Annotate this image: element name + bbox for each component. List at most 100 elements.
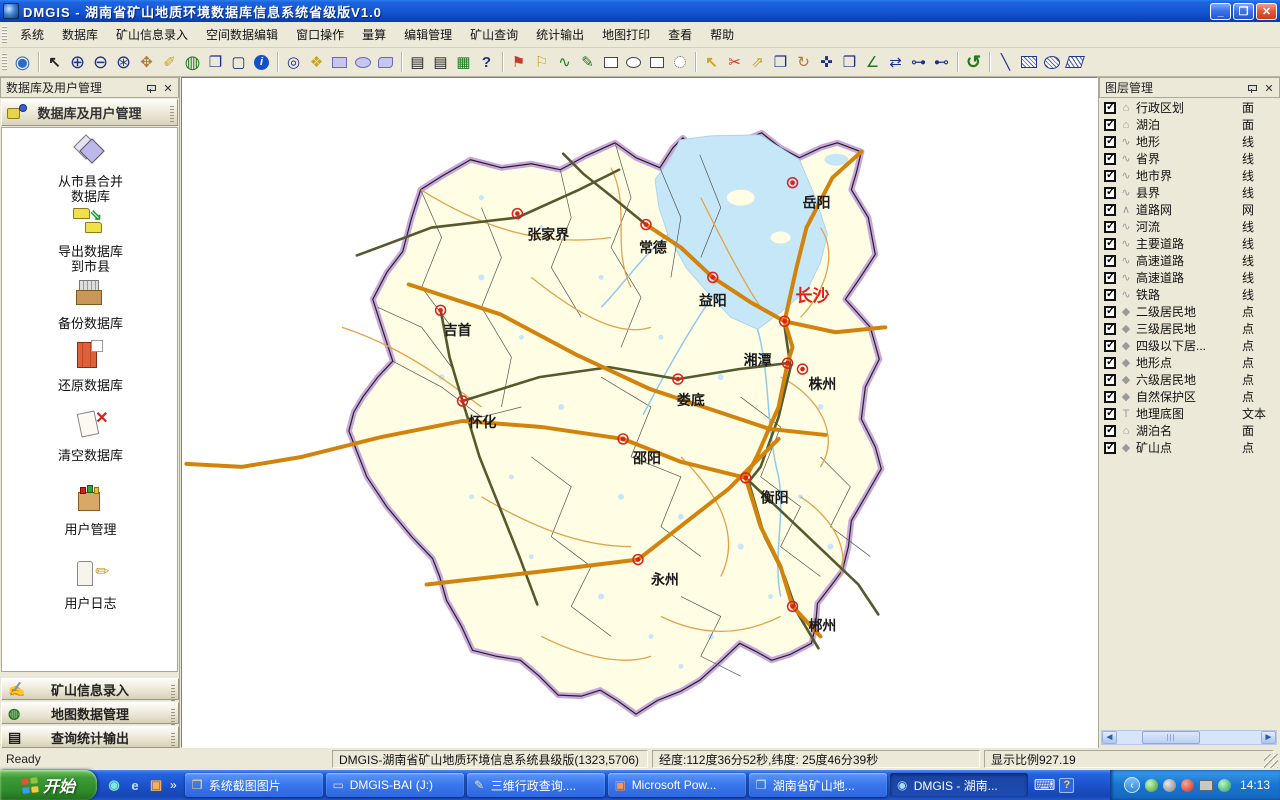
zoom-out-icon[interactable]: ⊖ (89, 51, 112, 73)
menu-stats-output[interactable]: 统计输出 (527, 23, 593, 46)
layer-row[interactable]: ∿地市界线 (1100, 167, 1280, 184)
draw-circle-icon[interactable] (668, 51, 691, 73)
restore-button[interactable]: ❐ (1233, 3, 1254, 20)
tray-server-icon[interactable] (1218, 779, 1231, 792)
database-group-header[interactable]: 数据库及用户管理 (1, 99, 178, 126)
layer-row[interactable]: ∧道路网网 (1100, 201, 1280, 218)
draw-sketch-icon[interactable]: ✎ (576, 51, 599, 73)
quicklaunch-mail-icon[interactable]: ▣ (147, 776, 165, 794)
task-screenshot-folder[interactable]: ❒系统截图图片 (185, 773, 323, 797)
close-panel-icon[interactable]: ✕ (161, 81, 175, 95)
layer-horizontal-scrollbar[interactable]: ◄ ► (1101, 730, 1277, 745)
cut-icon[interactable]: ✂ (723, 51, 746, 73)
layer-checkbox[interactable] (1104, 170, 1116, 182)
draw-rect2-icon[interactable] (645, 51, 668, 73)
layer-checkbox[interactable] (1104, 102, 1116, 114)
scroll-right-arrow-icon[interactable]: ► (1261, 731, 1276, 744)
menu-database[interactable]: 数据库 (53, 23, 107, 46)
undo-icon[interactable]: ↺ (962, 51, 985, 73)
title-bar[interactable]: DMGIS - 湖南省矿山地质环境数据库信息系统省级版V1.0 _ ❐ ✕ (0, 0, 1280, 22)
tray-volume-icon[interactable] (1163, 779, 1176, 792)
layer-checkbox[interactable] (1104, 374, 1116, 386)
backup-db-item[interactable]: 备份数据库 (2, 278, 178, 331)
new-window-icon[interactable]: ▢ (227, 51, 250, 73)
print-icon[interactable]: ▤ (406, 51, 429, 73)
menu-measure[interactable]: 量算 (353, 23, 395, 46)
task-hunan-doc[interactable]: ❒湖南省矿山地... (749, 773, 887, 797)
app-globe-icon[interactable]: ◉ (11, 51, 34, 73)
quicklaunch-media-icon[interactable]: ◉ (105, 776, 123, 794)
task-powerpoint[interactable]: ▣Microsoft Pow... (608, 773, 746, 797)
layer-row[interactable]: ⌂行政区划面 (1100, 99, 1280, 116)
layer-row[interactable]: ◆自然保护区点 (1100, 388, 1280, 405)
layer-row[interactable]: ◆四级以下居...点 (1100, 337, 1280, 354)
edit-attr-icon[interactable]: ❒ (838, 51, 861, 73)
toolbar-grip[interactable] (2, 53, 7, 71)
node-add-icon[interactable]: ⊶ (907, 51, 930, 73)
layer-checkbox[interactable] (1104, 425, 1116, 437)
layer-row[interactable]: ◆矿山点点 (1100, 439, 1280, 456)
zoom-in-icon[interactable]: ⊕ (66, 51, 89, 73)
move-icon[interactable]: ✜ (815, 51, 838, 73)
layer-row[interactable]: ∿地形线 (1100, 133, 1280, 150)
export-image-icon[interactable]: ▦ (452, 51, 475, 73)
cascade-windows-icon[interactable]: ❐ (204, 51, 227, 73)
move-label-icon[interactable]: ⇗ (746, 51, 769, 73)
mine-entry-bar[interactable]: ✍ 矿山信息录入 (1, 678, 179, 700)
user-mgmt-item[interactable]: 用户管理 (2, 484, 178, 537)
quicklaunch-ie-icon[interactable]: e (126, 776, 144, 794)
close-button[interactable]: ✕ (1256, 3, 1277, 20)
select-ellipse-icon[interactable] (351, 51, 374, 73)
query-stats-bar[interactable]: ▤ 查询统计输出 (1, 726, 179, 748)
thin-line-icon[interactable]: ╲ (994, 51, 1017, 73)
edit-select-icon[interactable]: ↖ (700, 51, 723, 73)
flag-a-icon[interactable]: ⚑ (507, 51, 530, 73)
select-arrow-icon[interactable]: ↖ (43, 51, 66, 73)
measure-icon[interactable]: ∠ (861, 51, 884, 73)
layer-row[interactable]: ∿县界线 (1100, 184, 1280, 201)
menu-mine-entry[interactable]: 矿山信息录入 (107, 23, 197, 46)
user-log-item[interactable]: ✏ 用户日志 (2, 558, 178, 611)
menu-window-ops[interactable]: 窗口操作 (287, 23, 353, 46)
layer-row[interactable]: ◆六级居民地点 (1100, 371, 1280, 388)
layer-checkbox[interactable] (1104, 442, 1116, 454)
menu-spatial-edit[interactable]: 空间数据编辑 (197, 23, 287, 46)
tray-collapse-chevron-icon[interactable]: ‹ (1124, 777, 1140, 793)
layer-checkbox[interactable] (1104, 306, 1116, 318)
scroll-left-arrow-icon[interactable]: ◄ (1102, 731, 1117, 744)
export-db-item[interactable]: ⇘ 导出数据库 到市县 (2, 206, 178, 274)
tray-security-icon[interactable] (1181, 779, 1194, 792)
tray-antivirus-icon[interactable] (1145, 779, 1158, 792)
layer-dock-title[interactable]: 图层管理 ✕ (1099, 77, 1280, 98)
layer-row[interactable]: ◆二级居民地点 (1100, 303, 1280, 320)
layer-row[interactable]: ⌂湖泊名面 (1100, 422, 1280, 439)
hatch-ellipse-icon[interactable] (1040, 51, 1063, 73)
layer-row[interactable]: ⌂湖泊面 (1100, 116, 1280, 133)
task-dmgis-active[interactable]: ◉DMGIS - 湖南... (890, 773, 1028, 797)
merge-db-item[interactable]: 从市县合并 数据库 (2, 136, 178, 204)
layer-checkbox[interactable] (1104, 340, 1116, 352)
layer-row[interactable]: ∿铁路线 (1100, 286, 1280, 303)
task-3d-query[interactable]: ✎三维行政查询.... (467, 773, 605, 797)
rotate-icon[interactable]: ↻ (792, 51, 815, 73)
layer-row[interactable]: ∿高速道路线 (1100, 269, 1280, 286)
layer-checkbox[interactable] (1104, 391, 1116, 403)
hunan-map[interactable]: 张家界 常德 岳阳 益阳 长沙 吉首 湘潭 株州 娄底 怀化 邵阳 衡阳 永州 … (182, 78, 1097, 747)
menu-edit-manage[interactable]: 编辑管理 (395, 23, 461, 46)
menu-grip[interactable] (2, 26, 7, 44)
node-edit-icon[interactable]: ⇄ (884, 51, 907, 73)
menu-view[interactable]: 查看 (659, 23, 701, 46)
map-canvas[interactable]: 张家界 常德 岳阳 益阳 长沙 吉首 湘潭 株州 娄底 怀化 邵阳 衡阳 永州 … (181, 77, 1098, 748)
layer-checkbox[interactable] (1104, 289, 1116, 301)
layer-checkbox[interactable] (1104, 153, 1116, 165)
layer-row[interactable]: T地理底图文本 (1100, 405, 1280, 422)
layer-row[interactable]: ∿省界线 (1100, 150, 1280, 167)
draw-line-icon[interactable]: ∿ (553, 51, 576, 73)
node-del-icon[interactable]: ⊷ (930, 51, 953, 73)
menu-map-print[interactable]: 地图打印 (593, 23, 659, 46)
layer-checkbox[interactable] (1104, 187, 1116, 199)
layer-checkbox[interactable] (1104, 272, 1116, 284)
layer-row[interactable]: ◆地形点点 (1100, 354, 1280, 371)
print-preview-icon[interactable]: ◎ (282, 51, 305, 73)
close-panel-icon[interactable]: ✕ (1262, 81, 1276, 95)
